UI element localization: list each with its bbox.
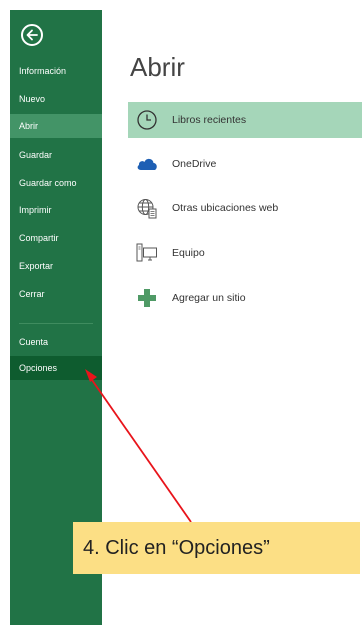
location-equipo[interactable]: Equipo — [128, 235, 362, 271]
sidebar-item-guardar-como[interactable]: Guardar como — [10, 171, 102, 195]
back-arrow-icon — [26, 29, 38, 41]
sidebar-item-label: Guardar — [19, 150, 53, 160]
sidebar-item-cuenta[interactable]: Cuenta — [10, 330, 102, 354]
sidebar-divider — [19, 323, 93, 324]
sidebar-item-label: Cerrar — [19, 289, 45, 299]
sidebar-item-label: Abrir — [19, 121, 39, 131]
location-agregar-un-sitio[interactable]: Agregar un sitio — [128, 280, 362, 316]
sidebar-item-compartir[interactable]: Compartir — [10, 226, 102, 250]
plus-icon — [136, 287, 158, 309]
sidebar-item-label: Exportar — [19, 261, 54, 271]
callout-text: 4. Clic en “Opciones” — [83, 536, 270, 559]
sidebar-item-guardar[interactable]: Guardar — [10, 143, 102, 167]
sidebar-item-abrir[interactable]: Abrir — [10, 114, 102, 138]
location-label: Otras ubicaciones web — [172, 202, 279, 214]
globe-icon — [136, 197, 158, 219]
sidebar-item-label: Opciones — [19, 363, 58, 373]
sidebar-item-cerrar[interactable]: Cerrar — [10, 282, 102, 306]
sidebar-item-imprimir[interactable]: Imprimir — [10, 198, 102, 222]
location-label: Agregar un sitio — [172, 292, 246, 304]
sidebar-item-label: Cuenta — [19, 337, 49, 347]
sidebar-item-nuevo[interactable]: Nuevo — [10, 87, 102, 111]
location-libros-recientes[interactable]: Libros recientes — [128, 102, 362, 138]
back-button[interactable] — [21, 24, 43, 46]
page-title: Abrir — [130, 52, 185, 82]
location-label: OneDrive — [172, 158, 217, 170]
location-onedrive[interactable]: OneDrive — [128, 146, 362, 182]
instruction-callout: 4. Clic en “Opciones” — [73, 522, 360, 574]
location-label: Libros recientes — [172, 114, 247, 126]
sidebar-item-label: Guardar como — [19, 178, 77, 188]
sidebar-item-label: Información — [19, 66, 67, 76]
sidebar-item-label: Nuevo — [19, 94, 46, 104]
sidebar-item-opciones[interactable]: Opciones — [10, 356, 102, 380]
cloud-icon — [136, 153, 158, 175]
computer-icon — [136, 242, 158, 264]
sidebar-item-label: Imprimir — [19, 205, 52, 215]
sidebar-item-informacion[interactable]: Información — [10, 59, 102, 83]
location-label: Equipo — [172, 247, 205, 259]
location-otras-ubicaciones-web[interactable]: Otras ubicaciones web — [128, 190, 362, 226]
sidebar-item-exportar[interactable]: Exportar — [10, 254, 102, 278]
clock-icon — [136, 109, 158, 131]
sidebar-item-label: Compartir — [19, 233, 59, 243]
